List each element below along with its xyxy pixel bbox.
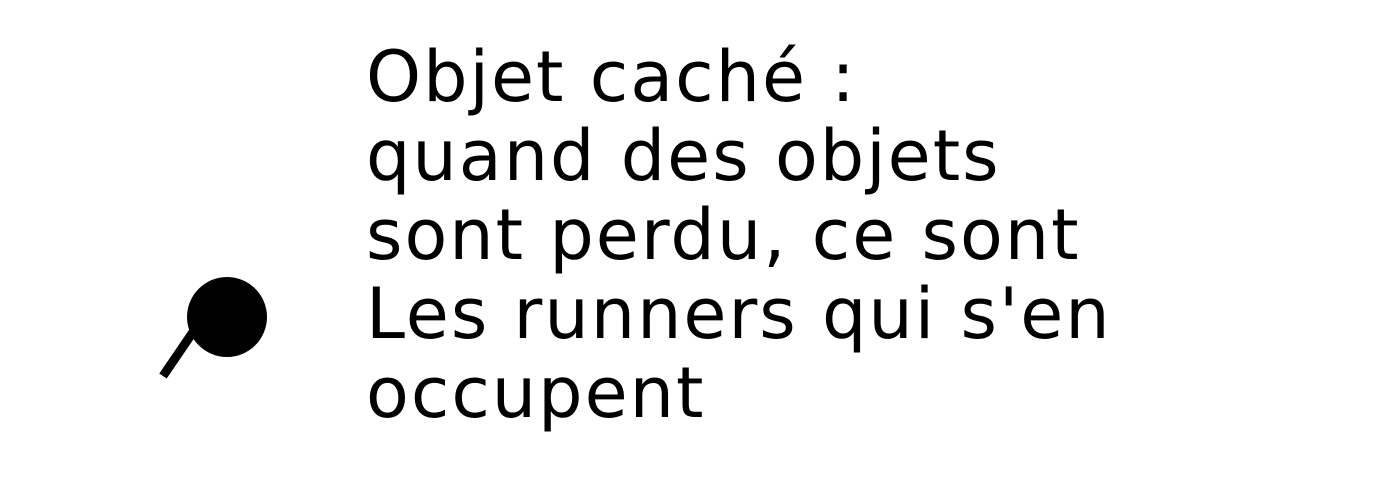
caption-line-5: occupent: [366, 352, 706, 434]
caption-line-3: sont perdu, ce sont: [366, 194, 1081, 276]
caption-text: Objet caché : quand des objets sont perd…: [366, 38, 1356, 433]
caption-line-4: Les runners qui s'en: [366, 273, 1112, 355]
caption-line-1: Objet caché :: [366, 36, 857, 118]
magnifier-icon: [155, 272, 275, 384]
caption-line-2: quand des objets: [366, 115, 1001, 197]
